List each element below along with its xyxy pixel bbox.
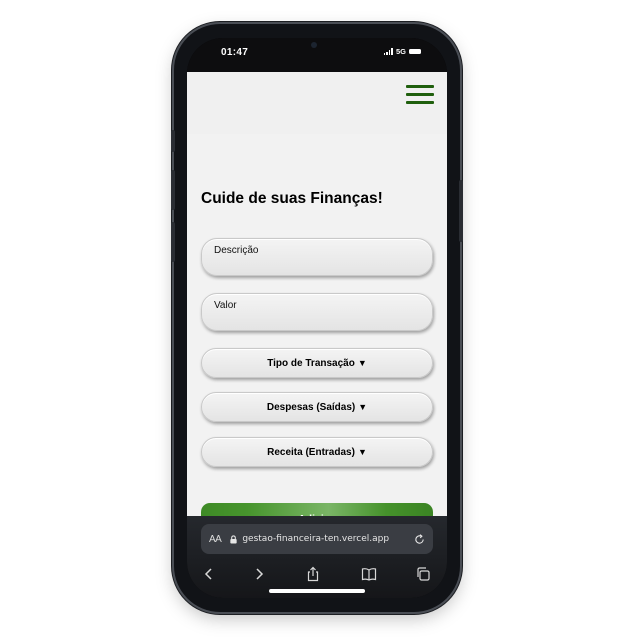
volume-down-button (171, 222, 175, 262)
value-field-wrapper (201, 293, 433, 331)
stage: 01:47 5G Cuide de suas Finanças! Descriç… (0, 0, 637, 637)
address-bar[interactable]: AA gestao-financeira-ten.vercel.app (201, 524, 433, 554)
back-icon[interactable] (199, 564, 219, 584)
phone-screen: 01:47 5G Cuide de suas Finanças! Descriç… (187, 38, 447, 598)
dropdown-caret-icon: ▼ (357, 358, 367, 368)
status-bar: 01:47 5G (187, 38, 447, 72)
income-select[interactable]: Receita (Entradas) ▼ (201, 437, 433, 467)
page-header (187, 72, 447, 134)
tabs-icon[interactable] (413, 564, 433, 584)
reload-icon[interactable] (414, 533, 425, 545)
forward-icon[interactable] (249, 564, 269, 584)
web-page: Cuide de suas Finanças! Tipo de Transaçã… (187, 72, 447, 535)
transaction-type-label: Tipo de Transação (267, 357, 355, 369)
description-input[interactable] (202, 239, 432, 275)
bookmarks-icon[interactable] (359, 564, 379, 584)
hamburger-menu-icon[interactable] (406, 85, 434, 107)
aa-text-size-icon[interactable]: AA (209, 534, 222, 545)
volume-up-button (171, 170, 175, 210)
url-text: gestao-financeira-ten.vercel.app (242, 534, 390, 544)
lock-icon (230, 534, 237, 544)
battery-icon (409, 49, 421, 54)
status-indicators: 5G (383, 47, 421, 56)
transaction-type-select[interactable]: Tipo de Transação ▼ (201, 348, 433, 378)
page-title: Cuide de suas Finanças! (201, 190, 383, 207)
dropdown-caret-icon: ▼ (358, 402, 368, 412)
value-input[interactable] (202, 294, 432, 330)
income-label: Receita (Entradas) (267, 446, 355, 458)
power-button (459, 180, 463, 242)
browser-bottom-bar: AA gestao-financeira-ten.vercel.app (187, 516, 447, 598)
browser-toolbar (187, 564, 447, 584)
silent-switch (171, 130, 175, 152)
description-field-wrapper (201, 238, 433, 276)
status-time: 01:47 (221, 47, 249, 58)
expenses-label: Despesas (Saídas) (266, 401, 356, 413)
share-icon[interactable] (303, 564, 323, 584)
home-indicator[interactable] (269, 589, 365, 593)
network-label: 5G (395, 47, 406, 56)
front-camera (311, 42, 317, 48)
dropdown-caret-icon: ▼ (357, 447, 367, 457)
expenses-select[interactable]: Despesas (Saídas) ▼ (201, 392, 433, 422)
signal-icon (383, 48, 393, 55)
